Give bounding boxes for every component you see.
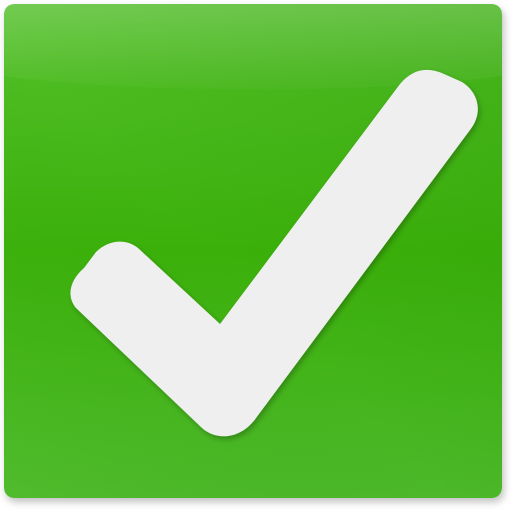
icon-canvas bbox=[0, 0, 512, 512]
green-tile bbox=[4, 4, 502, 498]
checkmark-icon bbox=[4, 4, 502, 498]
